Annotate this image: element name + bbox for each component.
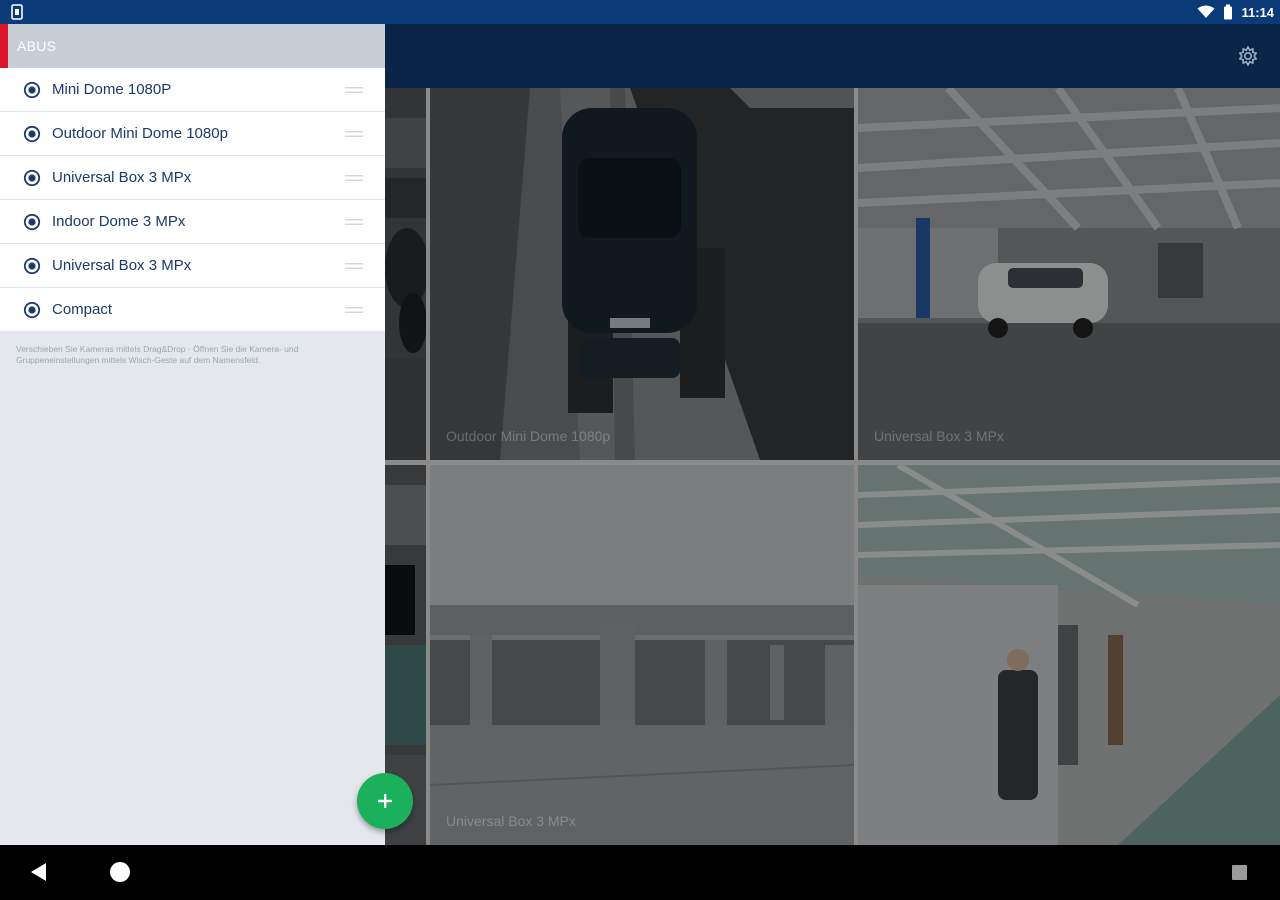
camera-name: Universal Box 3 MPx [52, 257, 192, 274]
group-accent-bar [0, 24, 8, 68]
camera-list-item[interactable]: Outdoor Mini Dome 1080p [0, 112, 385, 156]
camera-list-item[interactable]: Universal Box 3 MPx [0, 156, 385, 200]
camera-tile-label: Universal Box 3 MPx [874, 428, 1004, 444]
camera-name: Compact [52, 301, 113, 318]
wifi-icon [1197, 5, 1215, 18]
status-time: 11:14 [1241, 4, 1274, 20]
camera-tile-label: Outdoor Mini Dome 1080p [446, 428, 611, 444]
camera-list-item[interactable]: Mini Dome 1080P [0, 68, 385, 112]
camera-tile-label: Universal Box 3 MPx [446, 813, 576, 829]
camera-icon [23, 301, 41, 319]
camera-icon [23, 125, 41, 143]
drag-handle-icon[interactable] [345, 218, 363, 226]
sim-icon [11, 4, 23, 20]
camera-icon [23, 81, 41, 99]
camera-grid: Outdoor Mini Dome 1080p Universal Box 3 … [385, 88, 1280, 845]
camera-icon [23, 213, 41, 231]
drag-handle-icon[interactable] [345, 174, 363, 182]
add-camera-button[interactable] [357, 773, 413, 829]
status-bar: 11:14 [0, 0, 1280, 24]
camera-name: Universal Box 3 MPx [52, 169, 192, 186]
group-title: ABUS [17, 38, 57, 54]
drag-handle-icon[interactable] [345, 86, 363, 94]
drawer-hint-text: Verschieben Sie Kameras mittels Drag&Dro… [16, 344, 299, 365]
drag-handle-icon[interactable] [345, 306, 363, 314]
gear-icon[interactable] [1236, 44, 1260, 68]
camera-tile[interactable]: Universal Box 3 MPx [430, 465, 854, 845]
camera-icon [23, 257, 41, 275]
back-icon[interactable] [30, 863, 48, 881]
camera-name: Indoor Dome 3 MPx [52, 213, 186, 230]
camera-list: Mini Dome 1080P Outdoor Mini Dome 1080p … [0, 68, 385, 332]
camera-tile[interactable] [385, 88, 426, 460]
camera-list-item[interactable]: Indoor Dome 3 MPx [0, 200, 385, 244]
camera-name: Mini Dome 1080P [52, 81, 172, 98]
app-bar [385, 24, 1280, 88]
camera-list-item[interactable]: Compact [0, 288, 385, 332]
camera-drawer: ABUS Mini Dome 1080P Outdoor Mini Dome 1… [0, 24, 385, 845]
group-header[interactable]: ABUS [0, 24, 385, 68]
camera-tile[interactable]: Outdoor Mini Dome 1080p [430, 88, 854, 460]
drag-handle-icon[interactable] [345, 262, 363, 270]
plus-icon [378, 794, 392, 808]
status-icons: 11:14 [1197, 3, 1274, 21]
recent-apps-icon[interactable] [1232, 865, 1247, 880]
drag-handle-icon[interactable] [345, 130, 363, 138]
camera-tile[interactable] [858, 465, 1280, 845]
camera-name: Outdoor Mini Dome 1080p [52, 125, 228, 142]
system-nav-bar [0, 845, 1280, 900]
camera-list-item[interactable]: Universal Box 3 MPx [0, 244, 385, 288]
battery-icon [1224, 4, 1233, 20]
home-icon[interactable] [110, 862, 130, 882]
camera-tile[interactable]: Universal Box 3 MPx [858, 88, 1280, 460]
camera-icon [23, 169, 41, 187]
